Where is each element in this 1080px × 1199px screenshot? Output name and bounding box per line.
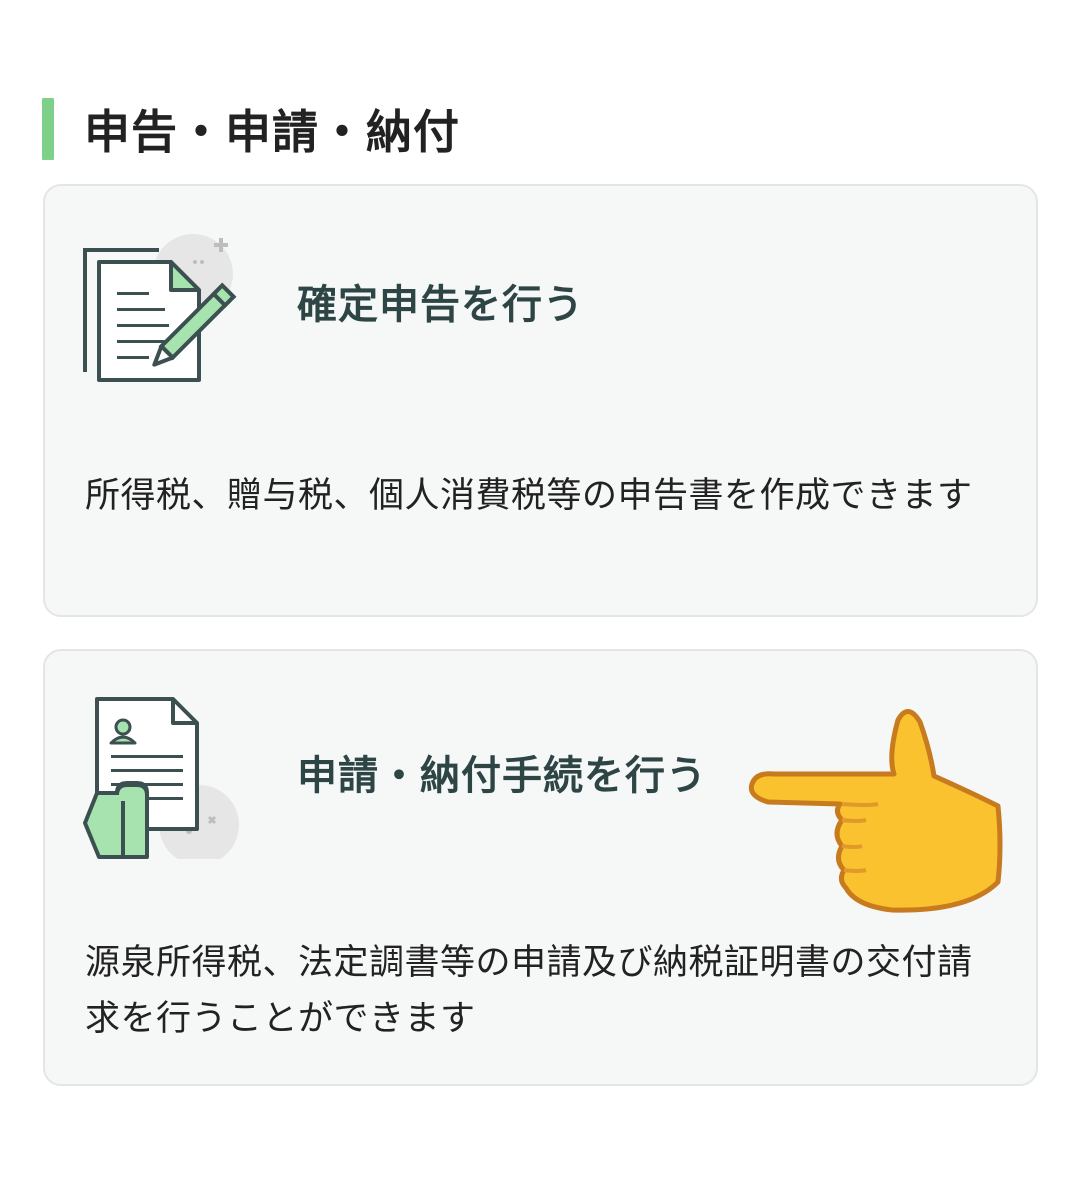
pointing-right-hand-emoji <box>748 700 1004 914</box>
section-heading: 申告・申請・納付 <box>42 98 460 160</box>
page-title: 申告・申請・納付 <box>84 105 460 159</box>
hand-holding-profile-document-icon <box>83 697 245 865</box>
card-description: 所得税、贈与税、個人消費税等の申告書を作成できます <box>85 476 973 516</box>
card-tax-return[interactable]: 確定申告を行う 所得税、贈与税、個人消費税等の申告書を作成できます <box>43 184 1038 617</box>
heading-accent-bar <box>42 98 54 160</box>
card-title[interactable]: 申請・納付手続を行う <box>297 743 707 801</box>
card-description: 源泉所得税、法定調書等の申請及び納税証明書の交付請求を行うことができます <box>85 943 973 1039</box>
card-title[interactable]: 確定申告を行う <box>297 272 584 330</box>
document-with-pencil-icon <box>83 232 245 394</box>
